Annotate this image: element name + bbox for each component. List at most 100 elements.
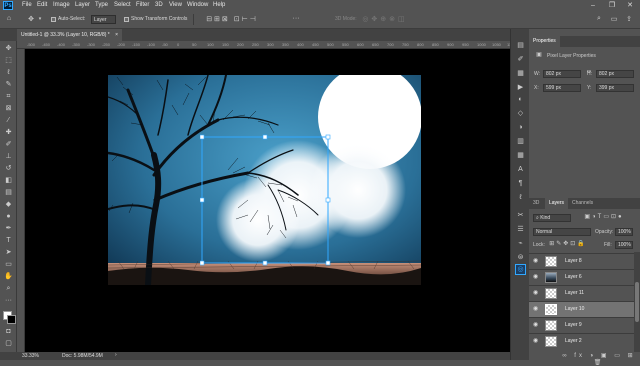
history-icon[interactable]: ▤ bbox=[515, 41, 526, 51]
layers-scrollbar[interactable] bbox=[634, 252, 640, 352]
pen-tool-icon[interactable]: ✒ bbox=[3, 224, 14, 233]
layer-row[interactable]: ◉ Layer 6 bbox=[529, 269, 634, 285]
layer-row-selected[interactable]: ◉ Layer 10 bbox=[529, 301, 634, 317]
layer-row[interactable]: ◉ Layer 8 bbox=[529, 253, 634, 269]
layer-comps-icon[interactable]: ☰ bbox=[515, 225, 526, 235]
type-tool-icon[interactable]: T bbox=[3, 236, 14, 245]
status-arrow-icon[interactable]: › bbox=[115, 352, 117, 358]
align-icons[interactable]: ⊟⊞⊠ ⊡⊢⊣ bbox=[197, 15, 267, 23]
auto-select-target-dropdown[interactable]: Layer bbox=[91, 15, 116, 24]
tools-options-icon[interactable]: ✂ bbox=[515, 211, 526, 221]
tab-channels[interactable]: Channels bbox=[568, 198, 597, 209]
chevron-down-icon[interactable]: ▾ bbox=[37, 16, 43, 22]
show-transform-checkbox[interactable] bbox=[124, 17, 129, 22]
fill-field[interactable]: 100% bbox=[615, 241, 633, 249]
visibility-eye-icon[interactable]: ◉ bbox=[533, 322, 541, 329]
layer-filter-icons[interactable]: ▣◑T▭⊡● bbox=[574, 213, 634, 220]
glyphs-icon[interactable]: ℓ bbox=[515, 193, 526, 203]
layer-filter-dropdown[interactable]: ⌕ Kind bbox=[533, 214, 571, 222]
menu-file[interactable]: File bbox=[22, 2, 32, 8]
tab-3d[interactable]: 3D bbox=[529, 198, 543, 209]
color-icon[interactable]: ◐ bbox=[515, 95, 526, 105]
width-field[interactable]: 802 px bbox=[543, 70, 581, 78]
menu-image[interactable]: Image bbox=[53, 2, 70, 8]
opacity-field[interactable]: 100% bbox=[615, 228, 633, 236]
brush-tool-icon[interactable]: ✐ bbox=[3, 140, 14, 149]
menu-layer[interactable]: Layer bbox=[75, 2, 90, 8]
layer-row[interactable]: ◉ Layer 2 bbox=[529, 333, 634, 349]
paragraph-icon[interactable]: ¶ bbox=[515, 179, 526, 189]
adjustments-icon[interactable]: ◑ bbox=[515, 123, 526, 133]
healing-tool-icon[interactable]: ✚ bbox=[3, 128, 14, 137]
crop-tool-icon[interactable]: ⌗ bbox=[3, 92, 14, 101]
character-icon[interactable]: A bbox=[515, 165, 526, 175]
quick-select-tool-icon[interactable]: ✎ bbox=[3, 80, 14, 89]
blend-mode-dropdown[interactable]: Normal bbox=[533, 228, 591, 236]
move-tool-icon[interactable]: ✥ bbox=[26, 15, 36, 23]
eyedropper-tool-icon[interactable]: ⁄ bbox=[3, 116, 14, 125]
layer-name[interactable]: Layer 9 bbox=[565, 322, 582, 328]
layer-name[interactable]: Layer 11 bbox=[565, 290, 584, 296]
horizontal-ruler[interactable]: -500 -450 -400 -350 -300 -250 -200 -150 -100 -50 0… bbox=[17, 41, 510, 49]
scroll-thumb[interactable] bbox=[635, 282, 639, 322]
zoom-level[interactable]: 33.33% bbox=[22, 353, 39, 359]
frame-tool-icon[interactable]: ⊠ bbox=[3, 104, 14, 113]
screen-mode-icon[interactable]: ▢ bbox=[3, 339, 14, 348]
lasso-tool-icon[interactable]: ℓ bbox=[3, 68, 14, 77]
navigator-icon[interactable]: ▦ bbox=[515, 151, 526, 161]
styles-icon[interactable]: ◇ bbox=[515, 109, 526, 119]
3d-mode-icons[interactable]: ◎✥⊕⊗◫ bbox=[360, 15, 410, 23]
vertical-ruler[interactable] bbox=[17, 49, 25, 352]
menu-help[interactable]: Help bbox=[213, 2, 225, 8]
layer-name[interactable]: Layer 10 bbox=[565, 306, 584, 312]
share-icon[interactable]: ⇪ bbox=[624, 15, 634, 23]
minimize-button[interactable]: – bbox=[584, 0, 602, 11]
menu-edit[interactable]: Edit bbox=[37, 2, 47, 8]
visibility-eye-icon[interactable]: ◉ bbox=[533, 306, 541, 313]
channels-icon[interactable]: ⊜ bbox=[515, 253, 526, 263]
transform-bounding-box[interactable] bbox=[200, 133, 332, 266]
marquee-tool-icon[interactable]: ⬚ bbox=[3, 56, 14, 65]
actions-icon[interactable]: ▶ bbox=[515, 83, 526, 93]
visibility-eye-icon[interactable]: ◉ bbox=[533, 290, 541, 297]
menu-window[interactable]: Window bbox=[187, 2, 208, 8]
home-icon[interactable]: ⌂ bbox=[4, 15, 14, 22]
layer-row[interactable]: ◉ Layer 9 bbox=[529, 317, 634, 333]
visibility-eye-icon[interactable]: ◉ bbox=[533, 274, 541, 281]
dodge-tool-icon[interactable]: ● bbox=[3, 212, 14, 221]
menu-select[interactable]: Select bbox=[114, 2, 131, 8]
menu-3d[interactable]: 3D bbox=[155, 2, 163, 8]
blur-tool-icon[interactable]: ◆ bbox=[3, 200, 14, 209]
timeline-icon[interactable]: ◎ bbox=[515, 264, 526, 275]
more-options-icon[interactable]: ··· bbox=[290, 15, 302, 22]
layer-row[interactable]: ◉ Layer 11 bbox=[529, 285, 634, 301]
y-field[interactable]: 399 px bbox=[596, 84, 634, 92]
visibility-eye-icon[interactable]: ◉ bbox=[533, 338, 541, 345]
zoom-tool-icon[interactable]: ⌕ bbox=[3, 284, 14, 293]
brushes-icon[interactable]: ✐ bbox=[515, 55, 526, 65]
hand-tool-icon[interactable]: ✋ bbox=[3, 272, 14, 281]
background-color-swatch[interactable] bbox=[7, 315, 16, 324]
layer-name[interactable]: Layer 8 bbox=[565, 258, 582, 264]
eraser-tool-icon[interactable]: ◧ bbox=[3, 176, 14, 185]
menu-type[interactable]: Type bbox=[95, 2, 108, 8]
shape-tool-icon[interactable]: ▭ bbox=[3, 260, 14, 269]
restore-button[interactable]: ❐ bbox=[603, 0, 621, 11]
move-tool-icon[interactable]: ✥ bbox=[3, 44, 14, 53]
path-select-tool-icon[interactable]: ➤ bbox=[3, 248, 14, 257]
lock-icons[interactable]: ⊞✎✥⊡🔒 bbox=[545, 240, 591, 247]
search-icon[interactable]: ⌕ bbox=[594, 15, 604, 23]
quick-mask-icon[interactable]: ◘ bbox=[3, 327, 14, 336]
height-field[interactable]: 802 px bbox=[596, 70, 634, 78]
x-field[interactable]: 599 px bbox=[543, 84, 581, 92]
gradient-tool-icon[interactable]: ▤ bbox=[3, 188, 14, 197]
tab-properties[interactable]: Properties bbox=[529, 36, 560, 47]
close-tab-icon[interactable]: × bbox=[115, 32, 118, 38]
layer-name[interactable]: Layer 6 bbox=[565, 274, 582, 280]
auto-select-checkbox[interactable] bbox=[51, 17, 56, 22]
history-brush-tool-icon[interactable]: ↺ bbox=[3, 164, 14, 173]
menu-filter[interactable]: Filter bbox=[136, 2, 149, 8]
stamp-tool-icon[interactable]: ⊥ bbox=[3, 152, 14, 161]
visibility-eye-icon[interactable]: ◉ bbox=[533, 258, 541, 265]
more-tools-icon[interactable]: ··· bbox=[3, 296, 14, 305]
